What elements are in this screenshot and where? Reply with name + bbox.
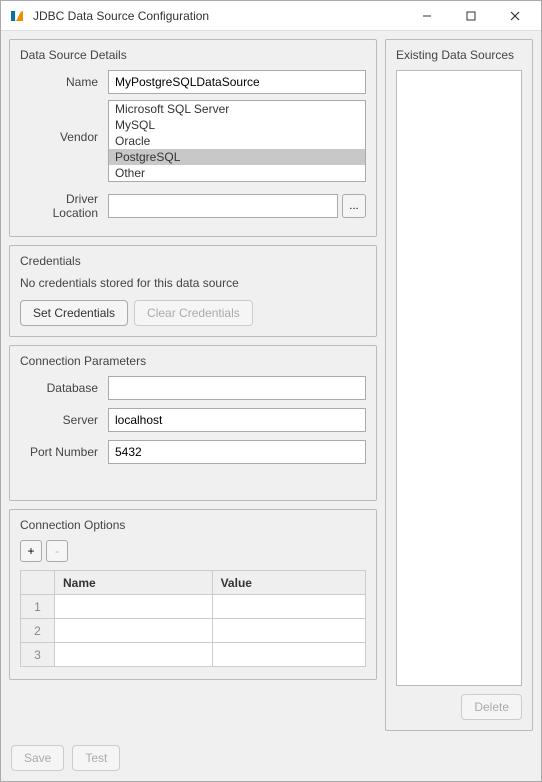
driver-location-label: Driver Location [20,192,108,220]
option-name-cell[interactable] [55,595,213,619]
row-header-blank [21,571,55,595]
option-name-cell[interactable] [55,619,213,643]
browse-button[interactable]: ... [342,194,366,218]
server-input[interactable] [108,408,366,432]
name-input[interactable] [108,70,366,94]
minimize-button[interactable] [405,2,449,30]
clear-credentials-button: Clear Credentials [134,300,253,326]
add-option-button[interactable]: + [20,540,42,562]
save-button: Save [11,745,64,771]
vendor-item-other[interactable]: Other [109,165,365,181]
column-header-value: Value [212,571,365,595]
vendor-list[interactable]: Microsoft SQL Server MySQL Oracle Postgr… [108,100,366,182]
panel-title: Data Source Details [20,48,366,62]
column-header-name: Name [55,571,213,595]
close-button[interactable] [493,2,537,30]
vendor-label: Vendor [20,100,108,144]
table-row[interactable]: 1 [21,595,366,619]
port-number-input[interactable] [108,440,366,464]
option-value-cell[interactable] [212,619,365,643]
table-row[interactable]: 2 [21,619,366,643]
panel-title: Existing Data Sources [396,48,522,62]
test-button: Test [72,745,120,771]
table-row[interactable]: 3 [21,643,366,667]
row-number: 1 [21,595,55,619]
data-source-details-panel: Data Source Details Name Vendor Microsof… [9,39,377,237]
titlebar: JDBC Data Source Configuration [1,1,541,31]
connection-options-panel: Connection Options + - Name Value [9,509,377,680]
window-title: JDBC Data Source Configuration [33,9,405,23]
driver-location-input[interactable] [108,194,338,218]
vendor-item-postgresql[interactable]: PostgreSQL [109,149,365,165]
name-label: Name [20,75,108,89]
panel-title: Connection Options [20,518,366,532]
set-credentials-button[interactable]: Set Credentials [20,300,128,326]
vendor-item-mysql[interactable]: MySQL [109,117,365,133]
existing-data-sources-list[interactable] [396,70,522,686]
app-window: JDBC Data Source Configuration Data Sour… [0,0,542,782]
maximize-button[interactable] [449,2,493,30]
database-input[interactable] [108,376,366,400]
existing-data-sources-panel: Existing Data Sources Delete [385,39,533,731]
panel-title: Connection Parameters [20,354,366,368]
delete-button: Delete [461,694,522,720]
port-number-label: Port Number [20,445,108,459]
credentials-panel: Credentials No credentials stored for th… [9,245,377,337]
row-number: 3 [21,643,55,667]
database-label: Database [20,381,108,395]
row-number: 2 [21,619,55,643]
server-label: Server [20,413,108,427]
connection-parameters-panel: Connection Parameters Database Server Po… [9,345,377,501]
footer: Save Test [1,739,541,781]
vendor-item-mssql[interactable]: Microsoft SQL Server [109,101,365,117]
option-value-cell[interactable] [212,595,365,619]
option-name-cell[interactable] [55,643,213,667]
vendor-item-oracle[interactable]: Oracle [109,133,365,149]
app-icon [9,8,25,24]
panel-title: Credentials [20,254,366,268]
credentials-message: No credentials stored for this data sour… [20,276,366,290]
remove-option-button: - [46,540,68,562]
option-value-cell[interactable] [212,643,365,667]
options-table: Name Value 1 2 [20,570,366,667]
